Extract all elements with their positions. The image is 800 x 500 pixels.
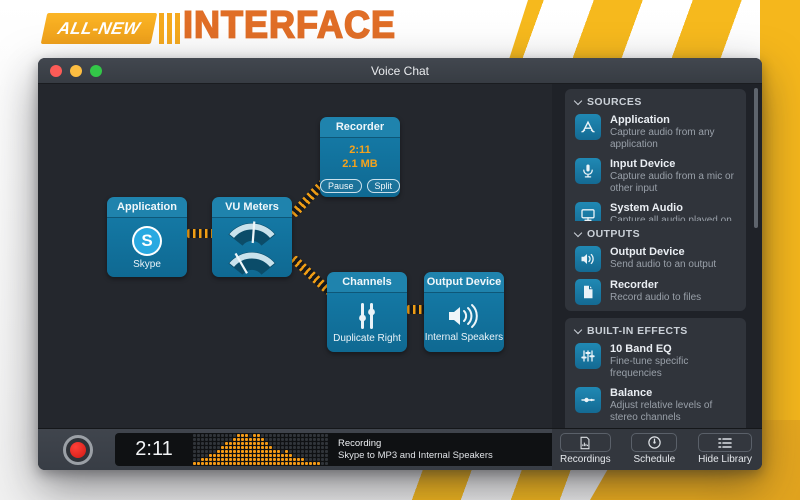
vu-meter-gauge-icon (220, 249, 284, 276)
banner-bar-icon (175, 13, 180, 44)
recorder-block[interactable]: Recorder 2:11 2.1 MB Pause Split (320, 117, 400, 197)
channels-block-label: Duplicate Right (333, 333, 401, 344)
microphone-icon (575, 158, 601, 184)
built-in-effects-section: BUILT-IN EFFECTS 10 Band EQ Fine-tune sp… (565, 318, 746, 428)
sources-section-header[interactable]: SOURCES (575, 96, 738, 108)
library-item-input-device[interactable]: Input Device Capture audio from a mic or… (575, 158, 738, 195)
item-desc: Record audio to files (610, 292, 701, 304)
hide-library-button[interactable]: Hide Library (698, 433, 752, 465)
recordings-icon (578, 436, 592, 450)
item-title: Application (610, 114, 738, 127)
zoom-window-button[interactable] (90, 65, 102, 77)
outputs-section-title: OUTPUTS (587, 228, 640, 240)
hide-library-button-label: Hide Library (698, 454, 752, 465)
banner-title: INTERFACE (183, 3, 396, 47)
skype-icon: S (132, 226, 162, 256)
output-device-block-title: Output Device (424, 272, 504, 293)
channels-block-title: Channels (327, 272, 407, 293)
record-dot-icon (70, 442, 86, 458)
chevron-down-icon (574, 325, 582, 333)
outputs-section: OUTPUTS Output Device Send audio to an o… (565, 221, 746, 311)
recording-status: Recording (338, 438, 493, 450)
library-item-balance[interactable]: Balance Adjust relative levels of stereo… (575, 387, 738, 424)
sources-section-title: SOURCES (587, 96, 642, 108)
recorder-time: 2:11 (349, 143, 370, 157)
all-new-badge-text: ALL-NEW (56, 19, 142, 39)
equalizer-icon (575, 343, 601, 369)
vu-meters-block-title: VU Meters (212, 197, 292, 218)
library-item-recorder[interactable]: Recorder Record audio to files (575, 279, 738, 305)
pipeline-canvas[interactable]: Recorder 2:11 2.1 MB Pause Split Applica… (38, 84, 552, 428)
banner-bar-icon (167, 13, 172, 44)
item-title: Input Device (610, 158, 738, 171)
library-sidebar: SOURCES Application Capture audio from a… (552, 84, 762, 428)
schedule-button[interactable]: Schedule (631, 433, 677, 465)
recording-time: 2:11 (115, 438, 193, 461)
banner-bar-icon (159, 13, 164, 44)
library-item-output-device[interactable]: Output Device Send audio to an output (575, 246, 738, 272)
recordings-button[interactable]: Recordings (560, 433, 611, 465)
library-footer: Recordings Schedule Hide Library (552, 428, 762, 470)
vu-meter-gauge-icon (220, 220, 284, 247)
vu-meters-block[interactable]: VU Meters (212, 197, 292, 277)
item-title: Balance (610, 387, 738, 400)
item-title: System Audio (610, 202, 738, 215)
item-title: Recorder (610, 279, 701, 292)
connector-application-to-vumeters (187, 229, 214, 238)
recording-display: 2:11 Recording Skype to MP3 and Internal… (115, 433, 583, 466)
effects-section-header[interactable]: BUILT-IN EFFECTS (575, 325, 738, 337)
vertical-sliders-icon (354, 302, 380, 330)
application-a-icon (575, 114, 601, 140)
application-block-label: Skype (133, 259, 161, 270)
item-title: Output Device (610, 246, 716, 259)
recorder-filesize: 2.1 MB (342, 157, 377, 171)
recordings-button-label: Recordings (560, 454, 611, 465)
item-desc: Fine-tune specific frequencies (610, 356, 738, 380)
speaker-icon (447, 303, 481, 329)
chevron-down-icon (574, 96, 582, 104)
schedule-button-label: Schedule (633, 454, 675, 465)
list-icon (717, 436, 733, 450)
library-item-application[interactable]: Application Capture audio from any appli… (575, 114, 738, 151)
item-desc: Send audio to an output (610, 259, 716, 271)
item-title: 10 Band EQ (610, 343, 738, 356)
led-spectrum (193, 434, 328, 466)
pause-button[interactable]: Pause (320, 179, 362, 193)
item-desc: Capture audio from any application (610, 127, 738, 151)
split-button[interactable]: Split (367, 179, 400, 193)
output-device-block-label: Internal Speakers (425, 332, 503, 343)
item-desc: Adjust relative levels of stereo channel… (610, 400, 738, 424)
speaker-icon (575, 246, 601, 272)
outputs-section-header[interactable]: OUTPUTS (575, 228, 738, 240)
minimize-window-button[interactable] (70, 65, 82, 77)
recording-description: Skype to MP3 and Internal Speakers (338, 450, 493, 462)
application-block[interactable]: Application S Skype (107, 197, 187, 277)
output-device-block[interactable]: Output Device Internal Speakers (424, 272, 504, 352)
effects-section-title: BUILT-IN EFFECTS (587, 325, 688, 337)
sidebar-scrollbar[interactable] (754, 88, 758, 228)
transport-bar: 2:11 Recording Skype to MP3 and Internal… (38, 428, 552, 470)
record-button[interactable] (63, 435, 93, 465)
channels-block[interactable]: Channels Duplicate Right (327, 272, 407, 352)
window-title: Voice Chat (371, 64, 429, 78)
close-window-button[interactable] (50, 65, 62, 77)
chevron-down-icon (574, 228, 582, 236)
window-titlebar[interactable]: Voice Chat (38, 58, 762, 84)
schedule-clock-icon (647, 435, 662, 450)
app-window: Voice Chat Recorder 2:11 2.1 MB Pause (38, 58, 762, 470)
promo-background: ALL-NEW INTERFACE Voice Chat Recorde (0, 0, 800, 500)
application-block-title: Application (107, 197, 187, 218)
library-item-10-band-eq[interactable]: 10 Band EQ Fine-tune specific frequencie… (575, 343, 738, 380)
item-desc: Capture audio from a mic or other input (610, 171, 738, 195)
all-new-badge: ALL-NEW (41, 13, 158, 44)
balance-slider-icon (575, 387, 601, 413)
recorder-block-title: Recorder (320, 117, 400, 138)
file-icon (575, 279, 601, 305)
